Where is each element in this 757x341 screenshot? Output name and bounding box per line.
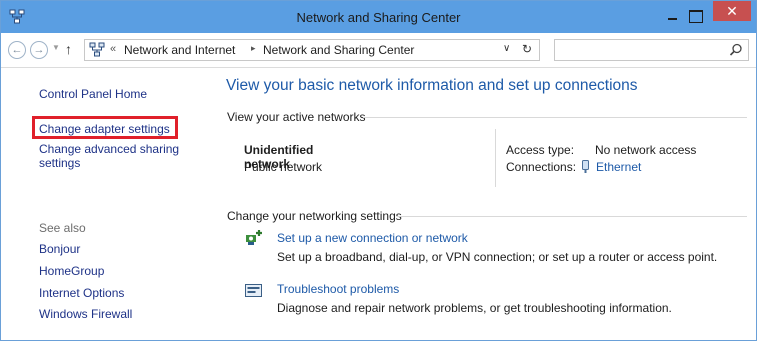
task-description: Set up a broadband, dial-up, or VPN conn…: [277, 250, 718, 264]
breadcrumb-overflow[interactable]: «: [110, 43, 116, 55]
window-title: Network and Sharing Center: [296, 10, 461, 25]
refresh-button[interactable]: ↻: [522, 42, 532, 56]
recent-locations-dropdown[interactable]: ▼: [52, 43, 60, 52]
section-divider: [397, 216, 747, 217]
ethernet-icon: [582, 160, 589, 173]
minimize-button[interactable]: [665, 10, 679, 24]
breadcrumb-network-and-internet[interactable]: Network and Internet: [124, 43, 235, 57]
see-also-label: See also: [39, 221, 86, 235]
task-description: Diagnose and repair network problems, or…: [277, 301, 672, 315]
navigation-bar: ← → ▼ ↑ « Network and Internet ▸ Network…: [1, 33, 756, 68]
network-sharing-center-window: Network and Sharing Center ✕ ← → ▼ ↑ « N…: [0, 0, 757, 341]
section-divider: [363, 117, 747, 118]
troubleshoot-icon: [245, 284, 262, 297]
search-icon[interactable]: [729, 43, 743, 57]
sidebar: Control Panel Home Change adapter settin…: [1, 67, 194, 340]
highlight-box: [32, 116, 178, 139]
up-button[interactable]: ↑: [65, 41, 72, 57]
page-title: View your basic network information and …: [226, 77, 638, 94]
breadcrumb-arrow[interactable]: ▸: [251, 43, 256, 54]
sidebar-link-homegroup[interactable]: HomeGroup: [39, 264, 104, 278]
network-type[interactable]: Public network: [244, 160, 322, 174]
active-networks-label: View your active networks: [227, 110, 366, 124]
sidebar-link-change-advanced-sharing-settings[interactable]: Change advanced sharing settings: [39, 142, 184, 170]
sidebar-link-windows-firewall[interactable]: Windows Firewall: [39, 307, 132, 321]
task-link-set-up-new-connection[interactable]: Set up a new connection or network: [277, 231, 468, 245]
title-bar[interactable]: Network and Sharing Center ✕: [1, 1, 756, 33]
network-location-icon: [89, 42, 105, 57]
connections-label: Connections:: [506, 160, 577, 174]
access-type-label: Access type:: [506, 143, 575, 157]
sidebar-link-control-panel-home[interactable]: Control Panel Home: [39, 87, 147, 101]
search-input[interactable]: [554, 39, 749, 61]
back-button[interactable]: ←: [8, 41, 26, 59]
address-box[interactable]: « Network and Internet ▸ Network and Sha…: [84, 39, 540, 61]
breadcrumb-network-and-sharing-center[interactable]: Network and Sharing Center: [263, 43, 414, 57]
access-type-value: No network access: [595, 143, 697, 157]
maximize-button[interactable]: [689, 10, 703, 23]
close-button[interactable]: ✕: [713, 1, 751, 21]
sidebar-link-bonjour[interactable]: Bonjour: [39, 242, 80, 256]
forward-button[interactable]: →: [30, 41, 48, 59]
networking-settings-label: Change your networking settings: [227, 209, 402, 223]
new-connection-icon: [246, 230, 262, 245]
ethernet-connection-link[interactable]: Ethernet: [596, 160, 641, 174]
network-divider: [495, 129, 496, 187]
address-dropdown-button[interactable]: ∨: [503, 43, 510, 54]
sidebar-link-internet-options[interactable]: Internet Options: [39, 286, 124, 300]
task-link-troubleshoot-problems[interactable]: Troubleshoot problems: [277, 282, 399, 296]
